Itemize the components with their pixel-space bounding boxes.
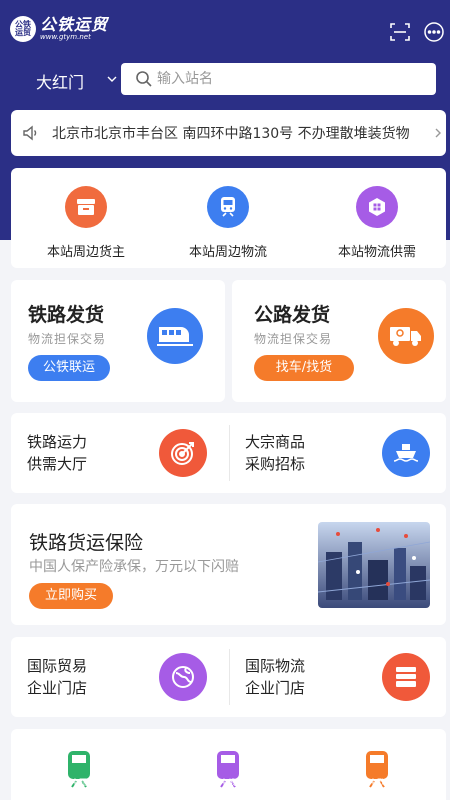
ship-icon[interactable] <box>382 429 430 477</box>
route-central-asia[interactable]: 中亚 <box>49 749 109 793</box>
route-china-europe[interactable]: 中欧 <box>347 749 407 793</box>
store-icon <box>65 186 107 228</box>
app-logo: 公铁运贸 公铁运贸 www.gtym.net <box>10 16 108 42</box>
insurance-card[interactable]: 铁路货运保险 中国人保产险承保，万元以下闪赔 立即购买 <box>11 504 446 625</box>
train-icon <box>207 186 249 228</box>
quick-item-shippers[interactable]: 本站周边货主 <box>26 186 146 260</box>
search-bar[interactable] <box>121 63 436 95</box>
scan-icon[interactable] <box>389 21 411 43</box>
divider <box>229 425 230 481</box>
rail-shipping-card[interactable]: 铁路发货 物流担保交易 公铁联运 <box>11 280 225 402</box>
quick-menu: 本站周边货主 本站周边物流 本站物流供需 <box>11 168 446 268</box>
find-truck-button[interactable]: 找车/找货 <box>254 355 354 381</box>
logistics-line2: 企业门店 <box>245 679 306 697</box>
search-input[interactable] <box>157 67 417 91</box>
grid-icon <box>356 186 398 228</box>
quick-item-label: 本站周边货主 <box>46 245 125 260</box>
international-trade-link[interactable]: 国际贸易 企业门店 <box>27 655 87 699</box>
search-icon <box>136 71 152 87</box>
route-badge: 中俄 <box>220 778 236 787</box>
chevron-right-icon[interactable] <box>432 127 444 139</box>
logo-title: 公铁运贸 <box>40 15 109 34</box>
road-shipping-subtitle: 物流担保交易 <box>254 332 333 346</box>
quick-item-label: 本站周边物流 <box>188 245 267 260</box>
services-card-2: 国际贸易 企业门店 国际物流 企业门店 <box>11 637 446 717</box>
capacity-line1: 铁路运力 <box>27 433 88 451</box>
globe-icon[interactable] <box>159 653 207 701</box>
divider <box>229 649 230 705</box>
route-badge: 中欧 <box>369 778 385 787</box>
quick-item-logistics[interactable]: 本站周边物流 <box>168 186 288 260</box>
rail-shipping-title: 铁路发货 <box>28 304 105 326</box>
buy-now-button[interactable]: 立即购买 <box>29 583 113 609</box>
notice-text: 北京市北京市丰台区 南四环中路130号 不办理散堆装货物 <box>52 126 410 142</box>
services-card-1: 铁路运力 供需大厅 大宗商品 采购招标 <box>11 413 446 493</box>
road-shipping-title: 公路发货 <box>254 304 331 326</box>
capacity-line2: 供需大厅 <box>27 455 88 473</box>
international-logistics-link[interactable]: 国际物流 企业门店 <box>245 655 305 699</box>
train-icon <box>147 308 203 364</box>
trade-line2: 企业门店 <box>27 679 88 697</box>
trade-line1: 国际贸易 <box>27 657 88 675</box>
logo-badge: 公铁运贸 <box>10 16 36 42</box>
logo-badge-text: 公铁运贸 <box>15 20 31 37</box>
rail-shipping-subtitle: 物流担保交易 <box>28 332 107 346</box>
quick-item-label: 本站物流供需 <box>337 245 416 260</box>
more-icon[interactable] <box>423 21 445 43</box>
logo-url: www.gtym.net <box>40 33 91 41</box>
top-bar: 公铁运贸 公铁运贸 www.gtym.net <box>0 0 450 60</box>
route-china-russia[interactable]: 中俄 <box>198 749 258 793</box>
insurance-subtitle: 中国人保产险承保，万元以下闪赔 <box>29 559 239 575</box>
bulk-bidding-link[interactable]: 大宗商品 采购招标 <box>245 431 305 475</box>
insurance-title: 铁路货运保险 <box>29 532 144 554</box>
road-shipping-card[interactable]: 公路发货 物流担保交易 找车/找货 <box>232 280 446 402</box>
city-selector[interactable]: 大红门 <box>36 69 84 93</box>
capacity-hall-link[interactable]: 铁路运力 供需大厅 <box>27 431 87 475</box>
intermodal-button[interactable]: 公铁联运 <box>28 355 110 381</box>
truck-icon <box>378 308 434 364</box>
route-badge: 中亚 <box>71 778 87 787</box>
speaker-icon <box>23 125 37 141</box>
notice-bar[interactable]: 北京市北京市丰台区 南四环中路130号 不办理散堆装货物 <box>11 110 446 156</box>
bulk-line2: 采购招标 <box>245 455 306 473</box>
chevron-down-icon[interactable] <box>106 73 118 85</box>
target-icon[interactable] <box>159 429 207 477</box>
quick-item-supply-demand[interactable]: 本站物流供需 <box>317 186 437 260</box>
rail-routes-card: 中亚 中俄 中欧 <box>11 729 446 800</box>
bulk-line1: 大宗商品 <box>245 433 306 451</box>
warehouse-icon[interactable] <box>382 653 430 701</box>
freight-photo <box>318 522 430 608</box>
logistics-line1: 国际物流 <box>245 657 306 675</box>
